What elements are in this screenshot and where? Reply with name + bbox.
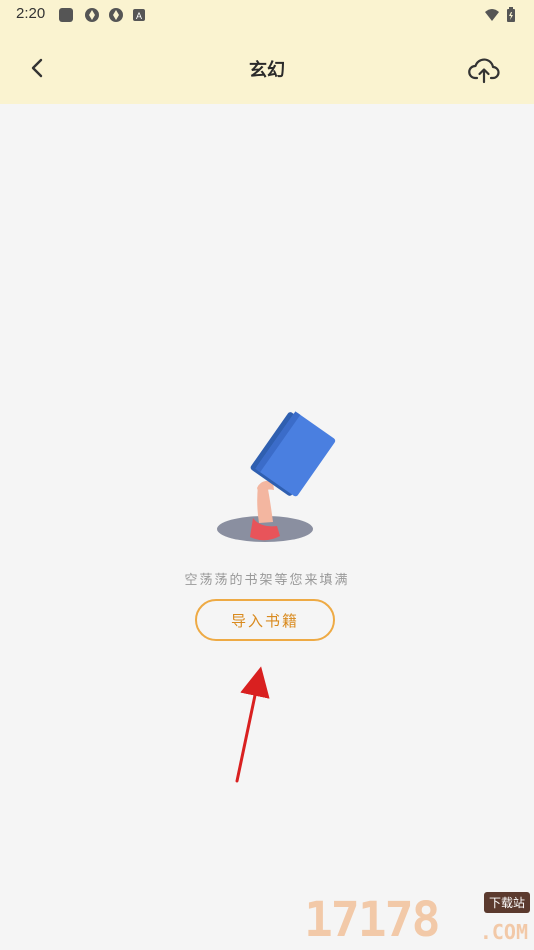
watermark-badge: 下载站 xyxy=(483,892,530,913)
wifi-icon xyxy=(485,9,499,21)
watermark: 17178 下载站 .COM xyxy=(304,890,534,950)
svg-text:A: A xyxy=(136,11,142,21)
cloud-upload-icon xyxy=(468,58,500,84)
cloud-upload-button[interactable] xyxy=(464,50,504,90)
square-icon xyxy=(59,8,73,22)
clover-icon xyxy=(85,8,99,22)
import-books-button[interactable]: 导入书籍 xyxy=(195,599,335,641)
watermark-text: 17178 xyxy=(304,892,440,948)
status-bar: 2:20 A xyxy=(0,0,534,30)
watermark-suffix: .COM xyxy=(479,920,528,944)
battery-icon xyxy=(507,7,515,22)
a-box-icon: A xyxy=(133,9,145,21)
bookshelf-content: 空荡荡的书架等您来填满 导入书籍 xyxy=(0,104,534,950)
empty-message: 空荡荡的书架等您来填满 xyxy=(184,573,350,588)
empty-bookshelf-illustration xyxy=(217,411,336,542)
red-arrow-annotation xyxy=(235,666,270,783)
clover-icon xyxy=(109,8,123,22)
page-title: 玄幻 xyxy=(249,60,285,81)
status-time: 2:20 xyxy=(16,5,46,22)
top-app-bar: 玄幻 xyxy=(0,30,534,104)
